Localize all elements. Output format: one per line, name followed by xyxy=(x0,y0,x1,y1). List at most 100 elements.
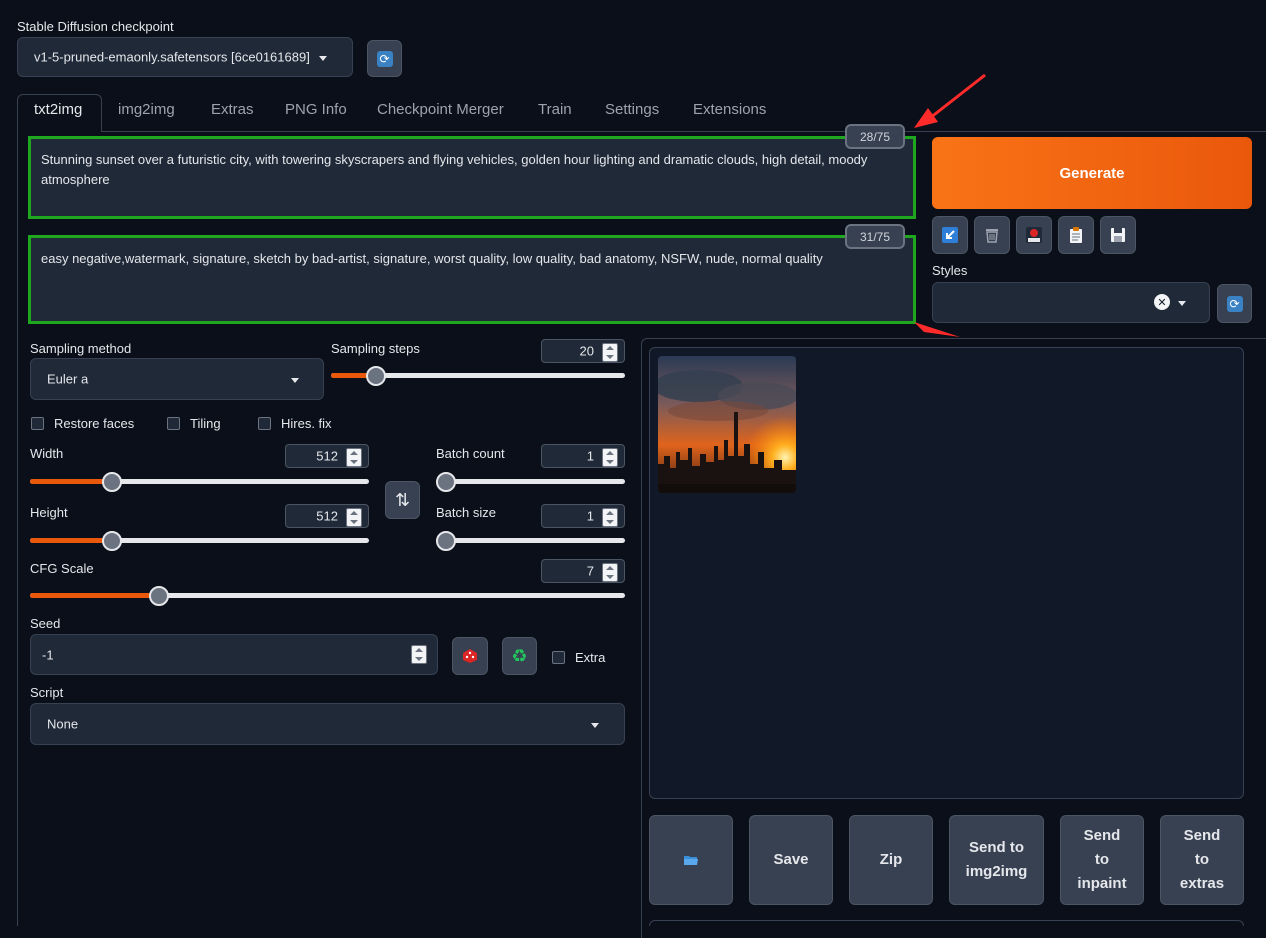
slider-thumb[interactable] xyxy=(148,585,169,606)
swap-dimensions-button[interactable]: ⇅ xyxy=(385,481,420,519)
tiling-label: Tiling xyxy=(190,416,221,431)
stepper-icon[interactable] xyxy=(346,508,362,527)
checkpoint-label: Stable Diffusion checkpoint xyxy=(17,19,174,34)
sampling-steps-slider[interactable] xyxy=(331,365,625,386)
tab-train[interactable]: Train xyxy=(538,101,572,118)
zip-button[interactable]: Zip xyxy=(849,815,933,905)
stepper-icon[interactable] xyxy=(602,343,618,362)
slider-fill xyxy=(30,479,113,484)
seed-value: -1 xyxy=(42,647,54,662)
slider-thumb[interactable] xyxy=(436,471,456,492)
cfg-scale-input[interactable]: 7 xyxy=(541,559,625,583)
refresh-checkpoint-button[interactable]: ⟳ xyxy=(367,40,402,77)
extra-networks-button[interactable] xyxy=(1016,216,1052,254)
arrow-import-icon xyxy=(942,227,958,243)
generated-image-thumbnail[interactable] xyxy=(658,356,796,493)
floppy-disk-icon xyxy=(1111,228,1125,242)
sampling-method-dropdown[interactable]: Euler a xyxy=(30,358,324,400)
slider-thumb[interactable] xyxy=(436,530,456,551)
refresh-icon: ⟳ xyxy=(1226,295,1243,312)
arrow-head-top xyxy=(914,108,938,128)
batch-count-slider[interactable] xyxy=(436,471,625,492)
generate-button[interactable]: Generate xyxy=(932,137,1252,209)
read-params-button[interactable] xyxy=(932,216,968,254)
tab-extras[interactable]: Extras xyxy=(211,101,254,118)
width-input[interactable]: 512 xyxy=(285,444,369,468)
checkpoint-value: v1-5-pruned-emaonly.safetensors [6ce0161… xyxy=(34,49,310,65)
prompt-token-counter: 28/75 xyxy=(845,124,905,149)
stepper-icon[interactable] xyxy=(602,563,618,582)
picture-card-icon xyxy=(1026,227,1042,243)
folder-icon xyxy=(684,856,698,865)
open-folder-button[interactable] xyxy=(649,815,733,905)
clear-styles-icon[interactable]: ✕ xyxy=(1154,294,1170,310)
prompt-textarea[interactable]: Stunning sunset over a futuristic city, … xyxy=(28,136,916,219)
extra-seed-checkbox[interactable] xyxy=(552,651,565,664)
checkpoint-dropdown[interactable]: v1-5-pruned-emaonly.safetensors [6ce0161… xyxy=(17,37,353,77)
hires-fix-checkbox[interactable] xyxy=(258,417,271,430)
width-value: 512 xyxy=(316,448,338,464)
batch-count-label: Batch count xyxy=(436,446,505,461)
restore-faces-checkbox[interactable] xyxy=(31,417,44,430)
tab-txt2img[interactable]: txt2img xyxy=(34,101,82,118)
batch-size-input[interactable]: 1 xyxy=(541,504,625,528)
refresh-icon: ⟳ xyxy=(376,50,393,67)
slider-thumb[interactable] xyxy=(102,530,123,551)
stepper-icon[interactable] xyxy=(411,645,427,664)
width-slider[interactable] xyxy=(30,471,369,492)
arrow-to-negative-counter xyxy=(914,322,960,337)
seed-input[interactable]: -1 xyxy=(30,634,438,675)
chevron-down-icon xyxy=(319,56,327,61)
apply-style-button[interactable] xyxy=(1058,216,1094,254)
chevron-down-icon xyxy=(291,378,299,383)
tiling-checkbox[interactable] xyxy=(167,417,180,430)
arrow-to-prompt-counter xyxy=(929,73,986,120)
refresh-styles-button[interactable]: ⟳ xyxy=(1217,284,1252,323)
output-info-panel xyxy=(649,920,1244,926)
styles-label: Styles xyxy=(932,263,968,278)
height-input[interactable]: 512 xyxy=(285,504,369,528)
height-slider[interactable] xyxy=(30,530,369,551)
send-to-extras-button[interactable]: Send to extras xyxy=(1160,815,1244,905)
cfg-scale-slider[interactable] xyxy=(30,585,625,606)
height-value: 512 xyxy=(316,508,338,524)
seed-label: Seed xyxy=(30,616,61,631)
stepper-icon[interactable] xyxy=(602,448,618,467)
script-dropdown[interactable]: None xyxy=(30,703,625,745)
script-label: Script xyxy=(30,685,64,700)
sampling-steps-label: Sampling steps xyxy=(331,341,420,356)
tab-img2img[interactable]: img2img xyxy=(118,101,175,118)
save-button[interactable]: Save xyxy=(749,815,833,905)
tab-png-info[interactable]: PNG Info xyxy=(285,101,347,118)
stepper-icon[interactable] xyxy=(346,448,362,467)
sampling-steps-value: 20 xyxy=(579,343,594,359)
chevron-down-icon xyxy=(1178,301,1186,306)
swap-arrows-icon: ⇅ xyxy=(394,489,411,510)
slider-thumb[interactable] xyxy=(102,471,123,492)
clear-prompt-button[interactable] xyxy=(974,216,1010,254)
batch-count-value: 1 xyxy=(586,448,594,464)
chevron-down-icon xyxy=(591,723,599,728)
reuse-seed-button[interactable]: ♻ xyxy=(502,637,537,675)
save-style-button[interactable] xyxy=(1100,216,1136,254)
sampling-method-value: Euler a xyxy=(47,371,89,387)
tab-extensions[interactable]: Extensions xyxy=(693,101,766,118)
dice-icon xyxy=(463,649,477,663)
tab-divider xyxy=(17,131,1266,132)
tab-settings[interactable]: Settings xyxy=(605,101,659,118)
send-to-img2img-button[interactable]: Send to img2img xyxy=(949,815,1044,905)
trash-icon xyxy=(986,229,998,243)
batch-count-input[interactable]: 1 xyxy=(541,444,625,468)
styles-dropdown[interactable]: ✕ xyxy=(932,282,1210,323)
negative-prompt-token-counter: 31/75 xyxy=(845,224,905,249)
tab-panel-border xyxy=(17,132,18,926)
slider-thumb[interactable] xyxy=(365,365,386,386)
sampling-steps-input[interactable]: 20 xyxy=(541,339,625,363)
slider-fill xyxy=(30,593,159,598)
batch-size-slider[interactable] xyxy=(436,530,625,551)
send-to-inpaint-button[interactable]: Send to inpaint xyxy=(1060,815,1144,905)
negative-prompt-textarea[interactable]: easy negative,watermark, signature, sket… xyxy=(28,235,916,324)
random-seed-button[interactable] xyxy=(452,637,488,675)
stepper-icon[interactable] xyxy=(602,508,618,527)
tab-checkpoint-merger[interactable]: Checkpoint Merger xyxy=(377,101,504,118)
